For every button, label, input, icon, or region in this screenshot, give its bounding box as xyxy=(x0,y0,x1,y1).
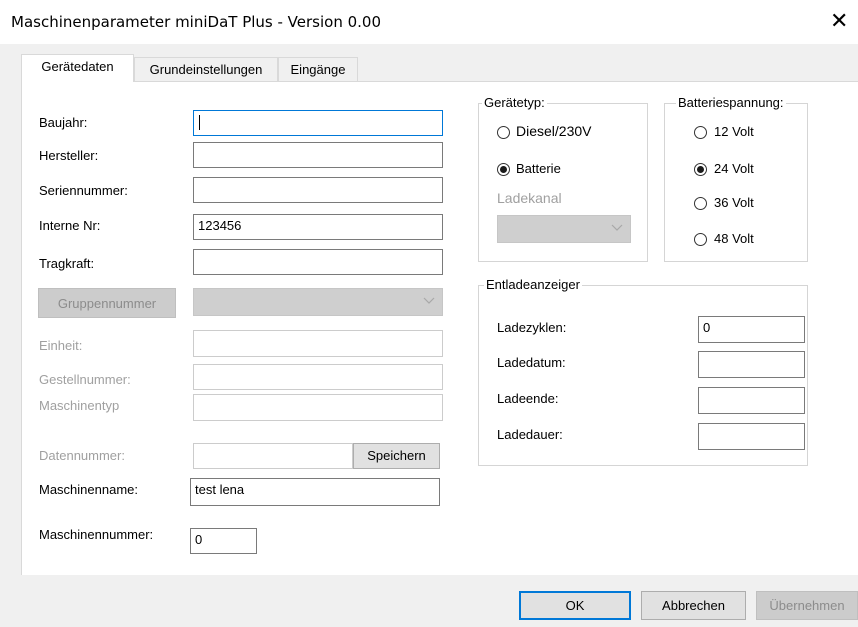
tab-eingaenge[interactable]: Eingänge xyxy=(278,57,358,82)
ladedauer-label: Ladedauer: xyxy=(497,427,563,442)
maschinenname-input[interactable]: test lena xyxy=(190,478,440,506)
datennummer-input[interactable] xyxy=(193,443,353,469)
ok-button[interactable]: OK xyxy=(519,591,631,620)
radio-48-volt-label[interactable]: 48 Volt xyxy=(714,231,754,246)
radio-24-volt[interactable] xyxy=(694,163,707,176)
entladeanzeiger-legend: Entladeanzeiger xyxy=(484,277,582,292)
tragkraft-label: Tragkraft: xyxy=(39,256,95,271)
gestellnummer-label: Gestellnummer: xyxy=(39,372,131,387)
gestellnummer-input[interactable] xyxy=(193,364,443,390)
ladedatum-input[interactable] xyxy=(698,351,805,378)
cancel-button[interactable]: Abbrechen xyxy=(641,591,746,620)
radio-36-volt-label[interactable]: 36 Volt xyxy=(714,195,754,210)
baujahr-input[interactable] xyxy=(193,110,443,136)
maschinentyp-label: Maschinentyp xyxy=(39,398,120,413)
radio-12-volt[interactable] xyxy=(694,126,707,139)
text-cursor xyxy=(199,115,200,130)
tab-grundeinstellungen[interactable]: Grundeinstellungen xyxy=(134,57,278,82)
interne-nr-input[interactable]: 123456 xyxy=(193,214,443,240)
ladekanal-combo[interactable] xyxy=(497,215,631,243)
radio-diesel-label[interactable]: Diesel/230V xyxy=(516,123,592,139)
radio-batterie[interactable] xyxy=(497,163,510,176)
tab-geraetedaten[interactable]: Gerätedaten xyxy=(21,54,134,82)
ladedatum-label: Ladedatum: xyxy=(497,355,566,370)
save-button[interactable]: Speichern xyxy=(353,443,440,469)
ladezyklen-input[interactable]: 0 xyxy=(698,316,805,343)
interne-nr-label: Interne Nr: xyxy=(39,218,101,233)
gruppennummer-button[interactable]: Gruppennummer xyxy=(38,288,176,318)
radio-36-volt[interactable] xyxy=(694,197,707,210)
einheit-input[interactable] xyxy=(193,330,443,357)
apply-button[interactable]: Übernehmen xyxy=(756,591,858,620)
gruppennummer-combo[interactable] xyxy=(193,288,443,316)
maschinenname-label: Maschinenname: xyxy=(39,482,138,497)
ladedauer-input[interactable] xyxy=(698,423,805,450)
baujahr-label: Baujahr: xyxy=(39,115,88,130)
seriennummer-label: Seriennummer: xyxy=(39,183,128,198)
maschinentyp-input[interactable] xyxy=(193,394,443,421)
close-icon[interactable]: ✕ xyxy=(830,9,848,34)
radio-48-volt[interactable] xyxy=(694,233,707,246)
radio-12-volt-label[interactable]: 12 Volt xyxy=(714,124,754,139)
ladeende-input[interactable] xyxy=(698,387,805,414)
ladezyklen-label: Ladezyklen: xyxy=(497,320,567,335)
batteriespannung-legend: Batteriespannung: xyxy=(676,95,786,110)
radio-batterie-label[interactable]: Batterie xyxy=(516,161,561,176)
radio-24-volt-label[interactable]: 24 Volt xyxy=(714,161,754,176)
geraetetyp-legend: Gerätetyp: xyxy=(482,95,547,110)
hersteller-label: Hersteller: xyxy=(39,148,99,163)
maschinennummer-label: Maschinennummer: xyxy=(39,527,154,542)
chevron-down-icon xyxy=(423,293,435,308)
seriennummer-input[interactable] xyxy=(193,177,443,203)
datennummer-label: Datennummer: xyxy=(39,448,125,463)
chevron-down-icon xyxy=(611,220,623,235)
einheit-label: Einheit: xyxy=(39,338,83,353)
radio-diesel[interactable] xyxy=(497,126,510,139)
ladekanal-label: Ladekanal xyxy=(497,190,562,206)
tragkraft-input[interactable] xyxy=(193,249,443,275)
window-title: Maschinenparameter miniDaT Plus - Versio… xyxy=(11,13,382,31)
maschinennummer-input[interactable]: 0 xyxy=(190,528,257,554)
ladeende-label: Ladeende: xyxy=(497,391,559,406)
hersteller-input[interactable] xyxy=(193,142,443,168)
